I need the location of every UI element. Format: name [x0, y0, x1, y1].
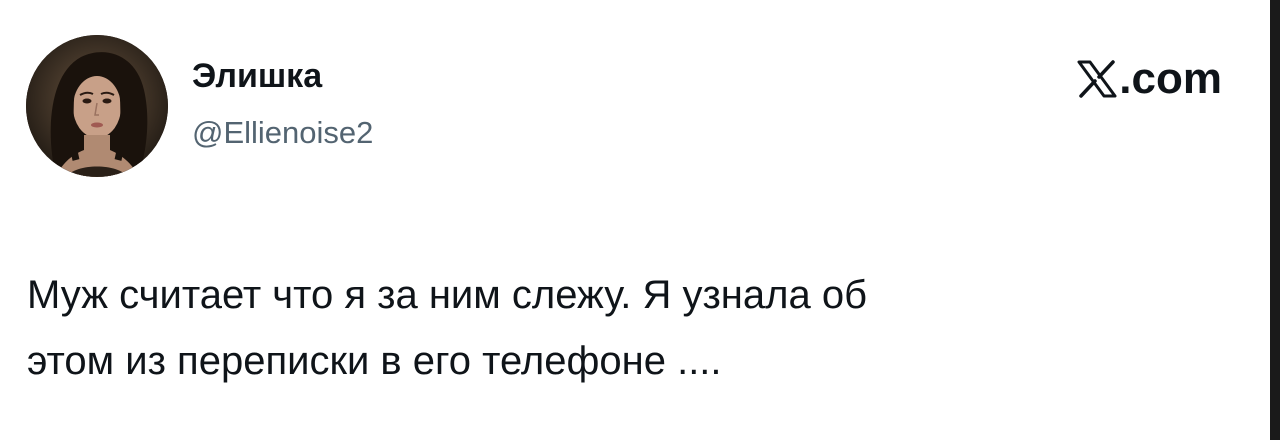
window-edge — [1270, 0, 1280, 440]
brand-watermark: .com — [1077, 54, 1222, 104]
avatar[interactable] — [26, 35, 168, 177]
x-logo-icon — [1077, 60, 1117, 98]
tweet-text: Муж считает что я за ним слежу. Я узнала… — [27, 262, 1227, 394]
tweet-card: Элишка @Ellienoise2 .com Муж считает что… — [0, 0, 1280, 440]
avatar-image — [26, 35, 168, 177]
tweet-text-line: этом из переписки в его телефоне .... — [27, 339, 722, 383]
author-display-name[interactable]: Элишка — [192, 56, 322, 96]
tweet-text-line: Муж считает что я за ним слежу. Я узнала… — [27, 273, 867, 317]
brand-suffix: .com — [1119, 54, 1222, 103]
author-handle[interactable]: @Ellienoise2 — [192, 114, 373, 152]
